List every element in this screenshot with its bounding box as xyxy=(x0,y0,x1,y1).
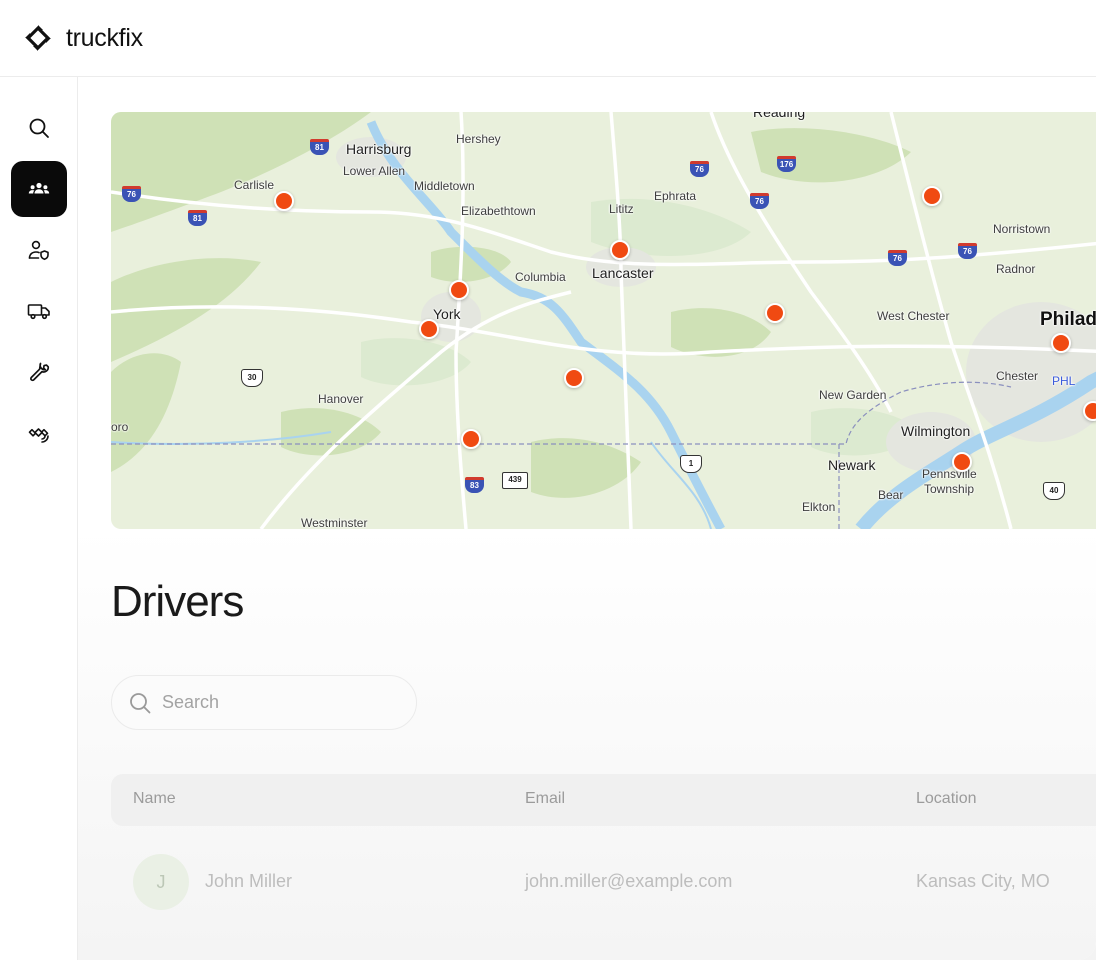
brand-name: truckfix xyxy=(66,23,143,52)
map-label-norristown: Norristown xyxy=(993,222,1051,236)
interstate-shield: 83 xyxy=(465,477,484,493)
interstate-shield: 76 xyxy=(958,243,977,259)
driver-name: John Miller xyxy=(205,871,293,891)
avatar: J xyxy=(133,854,189,910)
driver-location-pin[interactable] xyxy=(610,240,630,260)
app-window: truckfix Reading Harrisburg Hershey Lowe… xyxy=(0,0,1096,960)
top-bar: truckfix xyxy=(0,0,1096,77)
search-bar[interactable] xyxy=(111,675,417,730)
interstate-shield: 76 xyxy=(690,161,709,177)
map-label-york: York xyxy=(433,306,461,322)
map-label-middletown: Middletown xyxy=(414,179,475,193)
driver-location-pin[interactable] xyxy=(564,368,584,388)
driver-location-pin[interactable] xyxy=(274,191,294,211)
map-label-wilmington: Wilmington xyxy=(901,423,971,439)
driver-location-pin[interactable] xyxy=(765,303,785,323)
sidebar-item-trucks[interactable] xyxy=(11,283,67,339)
map-label-reading: Reading xyxy=(753,112,806,120)
driver-location-pin[interactable] xyxy=(449,280,469,300)
search-icon xyxy=(130,692,151,713)
driver-email: john.miller@example.com xyxy=(525,871,733,891)
user-shield-icon xyxy=(28,240,49,261)
search-icon xyxy=(29,118,49,138)
table-row[interactable]: J John Miller john.miller@example.com Ka… xyxy=(111,849,1096,910)
map-label-west-chester: West Chester xyxy=(877,309,950,323)
map-label-new-garden: New Garden xyxy=(819,388,887,402)
state-route-shield: 439 xyxy=(502,472,528,489)
us-route-shield: 30 xyxy=(241,369,263,387)
map-label-phl: PHL xyxy=(1052,374,1076,388)
map-label-chester: Chester xyxy=(996,369,1039,383)
map-label-westminster: Westminster xyxy=(301,516,368,529)
sidebar-item-telematics[interactable] xyxy=(11,405,67,461)
interstate-shield: 176 xyxy=(777,156,796,172)
map-label-harrisburg: Harrisburg xyxy=(346,141,412,157)
search-input[interactable] xyxy=(162,692,392,713)
map-label-columbia: Columbia xyxy=(515,270,566,284)
interstate-shield: 76 xyxy=(750,193,769,209)
driver-location-pin[interactable] xyxy=(922,186,942,206)
truck-icon xyxy=(27,304,50,320)
map-label-oro: oro xyxy=(111,420,129,434)
driver-location-pin[interactable] xyxy=(419,319,439,339)
map-label-lower-allen: Lower Allen xyxy=(343,164,406,178)
map-label-radnor: Radnor xyxy=(996,262,1036,276)
sidebar-item-search[interactable] xyxy=(11,100,67,156)
map-label-lititz: Lititz xyxy=(609,202,634,216)
sidebar xyxy=(0,77,78,960)
map-label-carlisle: Carlisle xyxy=(234,178,275,192)
map-label-philadelphia: Philad xyxy=(1040,309,1096,330)
map-label-lancaster: Lancaster xyxy=(592,265,654,281)
main-content: Reading Harrisburg Hershey Lower Allen C… xyxy=(78,77,1096,960)
wrench-icon xyxy=(30,362,50,382)
map-label-township: Township xyxy=(924,482,975,496)
map-label-hanover: Hanover xyxy=(318,392,364,406)
logo[interactable]: truckfix xyxy=(24,24,143,53)
sidebar-item-repairs[interactable] xyxy=(11,344,67,400)
column-header-location[interactable]: Location xyxy=(916,790,977,808)
map-label-elizabethtown: Elizabethtown xyxy=(461,204,536,218)
driver-location-pin[interactable] xyxy=(952,452,972,472)
column-header-name[interactable]: Name xyxy=(133,790,176,808)
truckfix-logo-icon xyxy=(25,25,51,51)
driver-location-pin[interactable] xyxy=(461,429,481,449)
table-header: Name Email Location xyxy=(111,774,1096,826)
page-title: Drivers xyxy=(111,577,244,626)
map-label-elkton: Elkton xyxy=(802,500,836,514)
sidebar-item-users[interactable] xyxy=(11,222,67,278)
interstate-shield: 81 xyxy=(310,139,329,155)
interstate-shield: 81 xyxy=(188,210,207,226)
driver-location-pin[interactable] xyxy=(1083,401,1096,421)
interstate-shield: 76 xyxy=(888,250,907,266)
map-label-ephrata: Ephrata xyxy=(654,189,697,203)
satellite-icon xyxy=(28,428,49,443)
drivers-map[interactable]: Reading Harrisburg Hershey Lower Allen C… xyxy=(111,112,1096,529)
column-header-email[interactable]: Email xyxy=(525,790,565,808)
driver-location-pin[interactable] xyxy=(1051,333,1071,353)
map-label-hershey: Hershey xyxy=(456,132,501,146)
sidebar-item-drivers[interactable] xyxy=(11,161,67,217)
us-route-shield: 1 xyxy=(680,455,702,473)
driver-location: Kansas City, MO xyxy=(916,871,1050,891)
group-icon xyxy=(28,182,50,194)
map-label-bear: Bear xyxy=(878,488,904,502)
us-route-shield: 40 xyxy=(1043,482,1065,500)
map-label-newark: Newark xyxy=(828,457,876,473)
interstate-shield: 76 xyxy=(122,186,141,202)
